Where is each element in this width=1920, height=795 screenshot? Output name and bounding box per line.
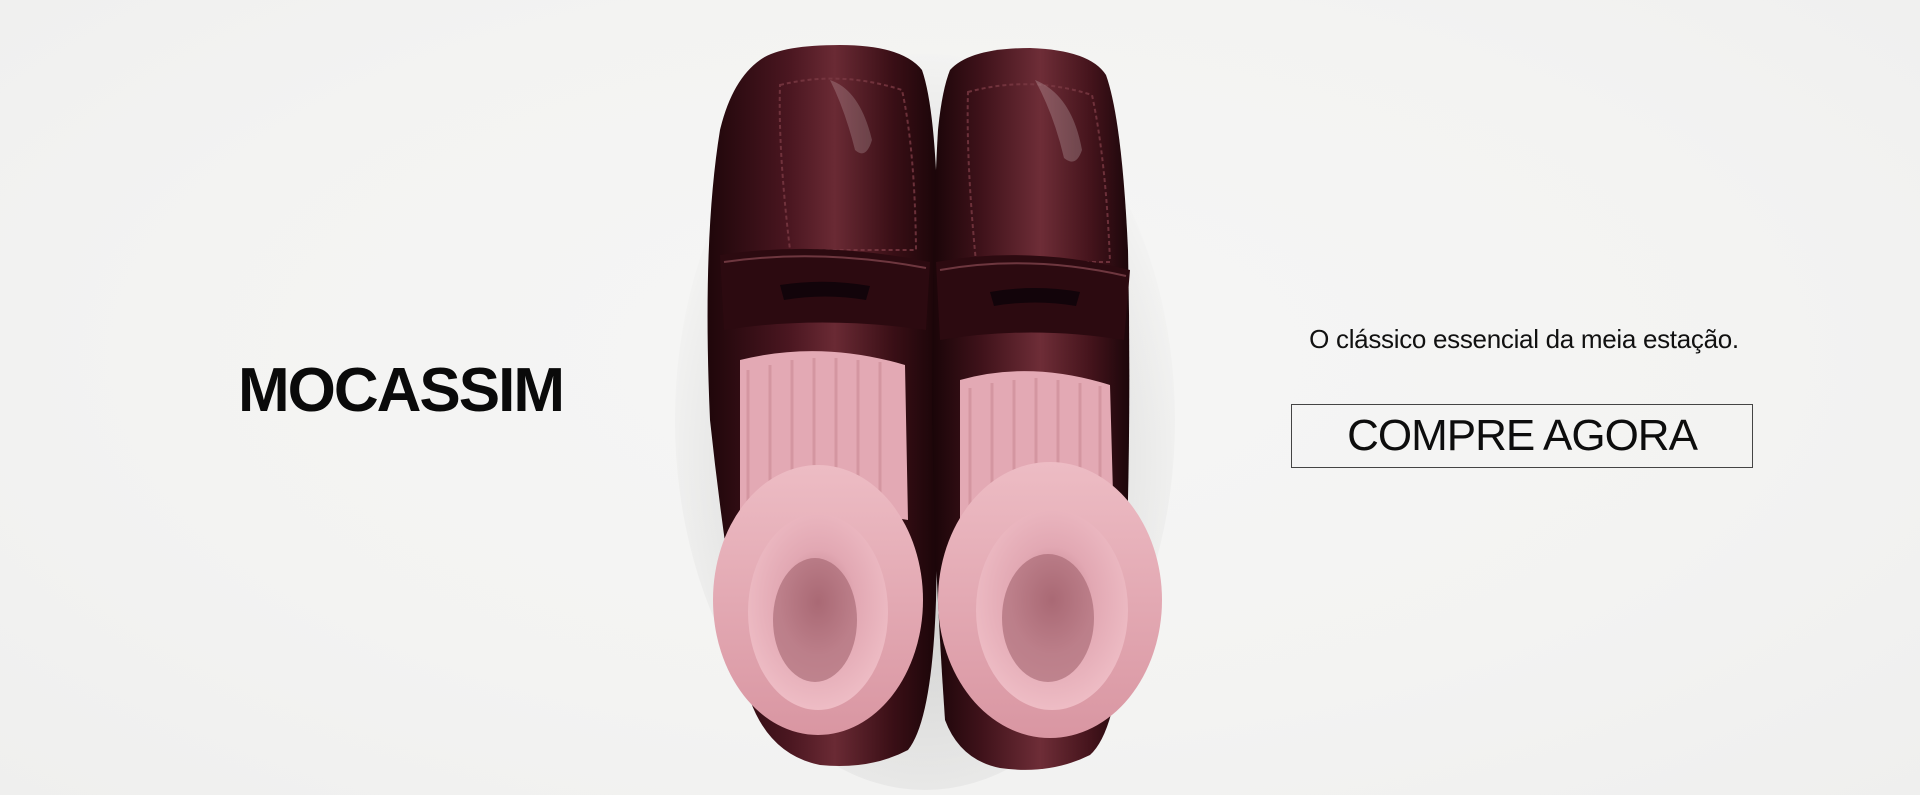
hero-banner: MOCASSIM O clássico essencial da meia es… <box>0 0 1920 795</box>
banner-title: MOCASSIM <box>238 356 565 425</box>
product-image[interactable] <box>640 0 1200 795</box>
loafers-illustration <box>675 45 1175 790</box>
banner-tagline: O clássico essencial da meia estação. <box>1309 324 1739 354</box>
shop-now-button[interactable]: COMPRE AGORA <box>1291 404 1753 468</box>
